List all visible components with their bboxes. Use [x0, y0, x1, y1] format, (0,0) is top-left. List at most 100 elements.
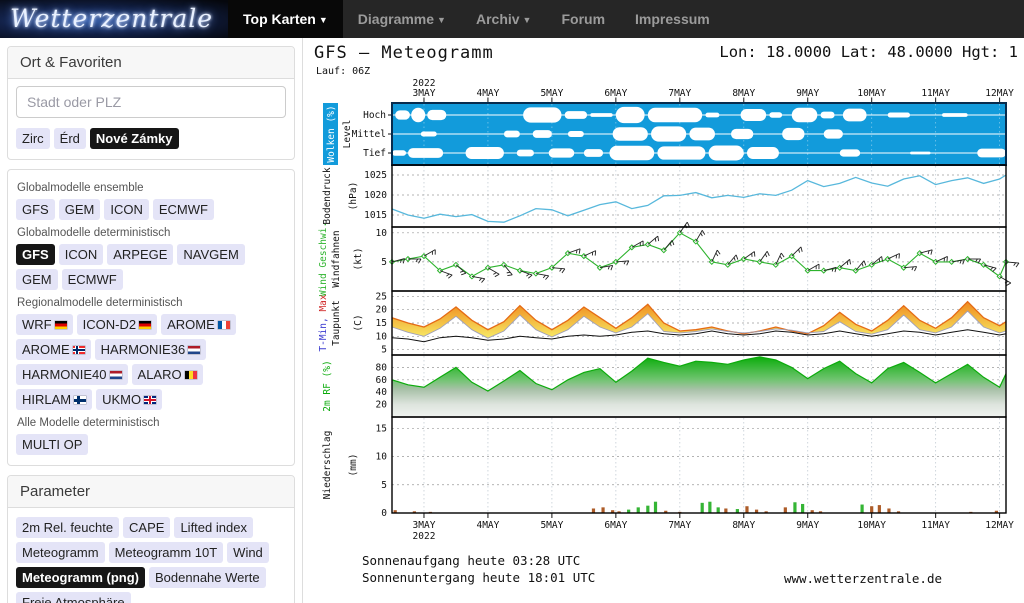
- flag-fr-icon: [218, 321, 230, 329]
- model-button-gem[interactable]: GEM: [59, 199, 101, 220]
- svg-text:10: 10: [376, 228, 388, 239]
- model-button-harmonie40-nl[interactable]: HARMONIE40: [16, 364, 128, 385]
- model-button-arome-fr[interactable]: AROME: [161, 314, 236, 335]
- svg-text:T-Min, Max: T-Min, Max: [318, 294, 329, 351]
- parameter-button-label: 2m Rel. feuchte: [22, 520, 113, 535]
- model-group-label: Globalmodelle deterministisch: [17, 227, 286, 239]
- model-button-label: HARMONIE36: [101, 342, 186, 357]
- flag-be-icon: [185, 371, 197, 379]
- site-logo[interactable]: Wetterzentrale: [0, 0, 228, 38]
- chevron-down-icon: ▼: [523, 15, 532, 25]
- model-button-ecmwf[interactable]: ECMWF: [62, 269, 123, 290]
- model-button-label: HIRLAM: [22, 392, 71, 407]
- favorite-label: Érd: [60, 131, 80, 146]
- model-button-label: AROME: [167, 317, 215, 332]
- svg-text:10: 10: [376, 331, 388, 342]
- model-button-label: GFS: [22, 247, 49, 262]
- parameter-button-label: Bodennahe Werte: [155, 570, 260, 585]
- svg-text:Tief: Tief: [363, 148, 386, 159]
- parameter-button-label: Meteogramm: [22, 545, 99, 560]
- nav-item-forum[interactable]: Forum: [546, 0, 620, 38]
- parameter-button-wind[interactable]: Wind: [227, 542, 269, 563]
- model-button-icon[interactable]: ICON: [59, 244, 104, 265]
- flag-nl-icon: [188, 346, 200, 354]
- nav-menu: Top Karten▼Diagramme▼Archiv▼ForumImpress…: [228, 0, 725, 38]
- svg-text:7MAY: 7MAY: [668, 520, 691, 531]
- model-button-harmonie36-nl[interactable]: HARMONIE36: [95, 339, 207, 360]
- model-button-label: ECMWF: [68, 272, 117, 287]
- favorite-zirc[interactable]: Zirc: [16, 128, 50, 149]
- parameter-button-lifted-index[interactable]: Lifted index: [174, 517, 253, 538]
- svg-text:8MAY: 8MAY: [732, 88, 755, 99]
- svg-text:9MAY: 9MAY: [796, 520, 819, 531]
- model-button-alaro-be[interactable]: ALARO: [132, 364, 203, 385]
- svg-text:10: 10: [376, 452, 388, 463]
- site-url: www.wetterzentrale.de: [784, 571, 942, 586]
- flag-de-icon: [55, 321, 67, 329]
- parameter-button-bodennahe-werte[interactable]: Bodennahe Werte: [149, 567, 266, 588]
- model-button-ecmwf[interactable]: ECMWF: [153, 199, 214, 220]
- model-group-label: Alle Modelle deterministisch: [17, 417, 286, 429]
- svg-text:60: 60: [376, 375, 388, 386]
- model-button-hirlam-fi[interactable]: HIRLAM: [16, 389, 92, 410]
- parameter-button-cape[interactable]: CAPE: [123, 517, 170, 538]
- svg-text:Wind Geschwi.: Wind Geschwi.: [318, 222, 329, 296]
- svg-text:1025: 1025: [364, 170, 387, 181]
- model-button-navgem[interactable]: NAVGEM: [177, 244, 244, 265]
- parameter-button-label: CAPE: [129, 520, 164, 535]
- svg-text:(C): (C): [353, 314, 364, 331]
- model-button-label: AROME: [22, 342, 70, 357]
- model-group-buttons: WRFICON-D2 AROME AROME HARMONIE36 HARMONIE40…: [16, 312, 286, 412]
- svg-text:4MAY: 4MAY: [476, 520, 499, 531]
- favorite-nov-z-mky[interactable]: Nové Zámky: [90, 128, 179, 149]
- parameter-button-label: Freie Atmosphäre: [22, 595, 125, 603]
- svg-text:2022: 2022: [413, 78, 436, 89]
- model-button-label: HARMONIE40: [22, 367, 107, 382]
- parameter-button-meteogramm-png-[interactable]: Meteogramm (png): [16, 567, 145, 588]
- parameter-button-meteogramm[interactable]: Meteogramm: [16, 542, 105, 563]
- chart-coordinates: Lon: 18.0000 Lat: 48.0000 Hgt: 1: [719, 43, 1018, 63]
- svg-text:3MAY: 3MAY: [413, 520, 436, 531]
- chevron-down-icon: ▼: [319, 15, 328, 25]
- model-button-icon-d2-de[interactable]: ICON-D2: [77, 314, 157, 335]
- model-button-ukmo-gb[interactable]: UKMO: [96, 389, 162, 410]
- model-button-arpege[interactable]: ARPEGE: [107, 244, 173, 265]
- svg-text:8MAY: 8MAY: [732, 520, 755, 531]
- svg-text:3MAY: 3MAY: [413, 88, 436, 99]
- sunset-text: Sonnenuntergang heute 18:01 UTC: [362, 569, 595, 586]
- parameter-button-meteogramm-10t[interactable]: Meteogramm 10T: [109, 542, 224, 563]
- svg-text:(kt): (kt): [353, 248, 364, 271]
- flag-gb-icon: [144, 396, 156, 404]
- search-input[interactable]: [16, 86, 286, 118]
- model-button-gfs[interactable]: GFS: [16, 199, 55, 220]
- nav-item-top-karten[interactable]: Top Karten▼: [228, 0, 343, 38]
- model-button-gem[interactable]: GEM: [16, 269, 58, 290]
- sidebar: Ort & Favoriten ZircÉrdNové Zámky Global…: [0, 38, 303, 603]
- model-group-label: Regionalmodelle deterministisch: [17, 297, 286, 309]
- models-panel: Globalmodelle ensembleGFSGEMICONECMWFGlo…: [7, 169, 295, 466]
- parameter-button-freie-atmosph-re[interactable]: Freie Atmosphäre: [16, 592, 131, 603]
- model-button-arome-no[interactable]: AROME: [16, 339, 91, 360]
- favorites-list: Zirc Érd Nové Zámky: [16, 126, 286, 151]
- parameter-panel: Parameter 2m Rel. feuchteCAPELifted inde…: [7, 475, 295, 603]
- model-button-wrf-de[interactable]: WRF: [16, 314, 73, 335]
- svg-text:9MAY: 9MAY: [796, 88, 819, 99]
- svg-text:Wolken (%): Wolken (%): [326, 105, 337, 162]
- parameter-button-2m-rel-feuchte[interactable]: 2m Rel. feuchte: [16, 517, 119, 538]
- nav-item-impressum[interactable]: Impressum: [620, 0, 725, 38]
- model-button-gfs[interactable]: GFS: [16, 244, 55, 265]
- model-group-buttons: MULTI OP: [16, 432, 286, 457]
- svg-text:15: 15: [376, 423, 387, 434]
- model-button-multi-op[interactable]: MULTI OP: [16, 434, 88, 455]
- svg-text:2022: 2022: [413, 531, 436, 542]
- svg-text:1015: 1015: [364, 210, 387, 221]
- sunrise-text: Sonnenaufgang heute 03:28 UTC: [362, 552, 595, 569]
- nav-item-archiv[interactable]: Archiv▼: [461, 0, 547, 38]
- favorite--rd[interactable]: Érd: [54, 128, 86, 149]
- nav-item-diagramme[interactable]: Diagramme▼: [343, 0, 461, 38]
- model-button-label: GFS: [22, 202, 49, 217]
- svg-text:Windfahnen: Windfahnen: [331, 230, 342, 287]
- parameter-button-label: Lifted index: [180, 520, 247, 535]
- model-button-icon[interactable]: ICON: [104, 199, 149, 220]
- svg-text:1020: 1020: [364, 190, 387, 201]
